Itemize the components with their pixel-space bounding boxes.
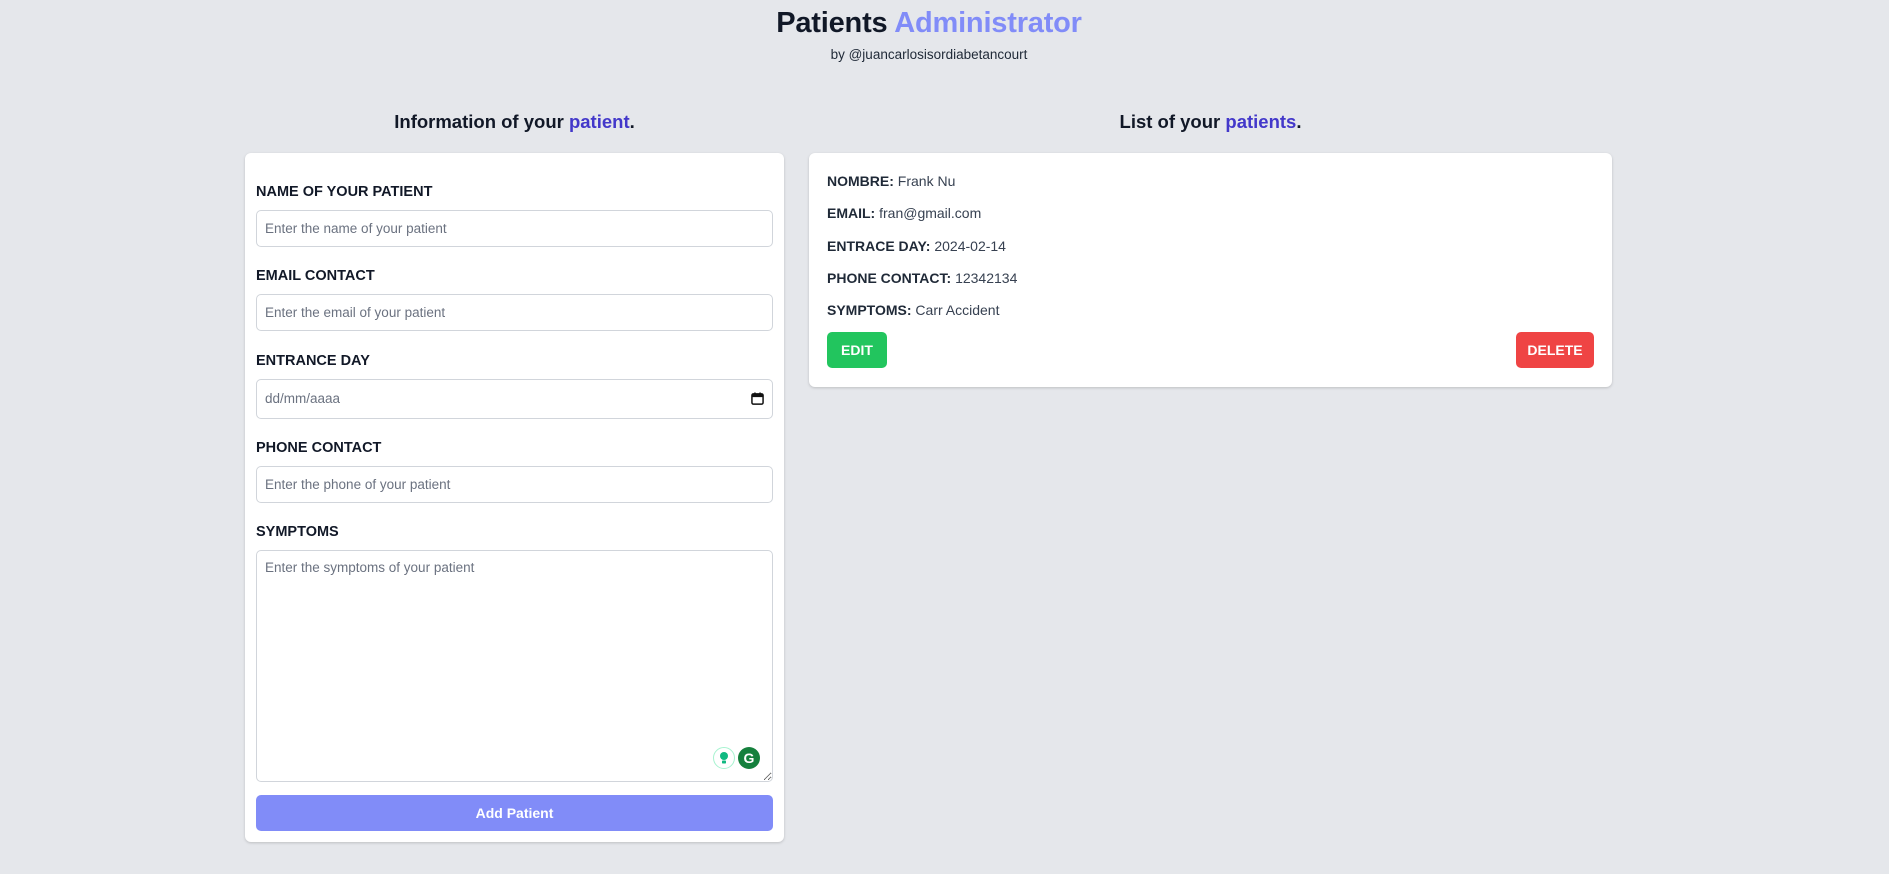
phone-input[interactable] (256, 466, 773, 503)
patient-symptoms-line: SYMPTOMS: Carr Accident (827, 302, 999, 318)
author-byline: by @juancarlosisordiabetancourt (830, 47, 1028, 62)
patient-card: NOMBRE: Frank Nu EMAIL: fran@gmail.com E… (809, 153, 1612, 387)
patient-phone-value: 12342134 (955, 270, 1018, 286)
patient-symptoms-value: Carr Accident (915, 302, 1000, 318)
grammarly-icon[interactable]: G (738, 747, 760, 769)
edit-button[interactable]: EDIT (827, 332, 887, 368)
symptoms-textarea[interactable] (256, 550, 773, 782)
form-heading-suffix: . (629, 111, 635, 132)
date-label: ENTRANCE DAY (256, 353, 370, 369)
patient-email-value: fran@gmail.com (879, 205, 982, 221)
form-heading-prefix: Information of your (394, 111, 564, 132)
patient-name-value: Frank Nu (897, 173, 956, 189)
writing-extension-icons: G (713, 747, 760, 769)
lightbulb-icon[interactable] (713, 747, 735, 769)
patient-email-key: EMAIL: (827, 205, 876, 221)
patient-date-line: ENTRACE DAY: 2024-02-14 (827, 238, 1006, 254)
page-title: Patients Administrator (0, 4, 1858, 42)
patient-phone-line: PHONE CONTACT: 12342134 (827, 270, 1017, 286)
name-input[interactable] (256, 210, 773, 247)
list-heading-prefix: List of your (1119, 111, 1221, 132)
list-heading-suffix: . (1296, 111, 1302, 132)
date-placeholder: dd/mm/aaaa (265, 391, 341, 406)
title-main: Patients (776, 7, 888, 39)
title-accent: Administrator (894, 7, 1082, 39)
phone-label: PHONE CONTACT (256, 440, 382, 456)
entrance-date-input[interactable]: dd/mm/aaaa (256, 379, 773, 419)
patient-date-key: ENTRACE DAY: (827, 238, 931, 254)
name-label: NAME OF YOUR PATIENT (256, 184, 433, 200)
patient-name-key: NOMBRE: (827, 173, 894, 189)
delete-button[interactable]: DELETE (1516, 332, 1594, 368)
email-input[interactable] (256, 294, 773, 331)
patient-phone-key: PHONE CONTACT: (827, 270, 952, 286)
patient-symptoms-key: SYMPTOMS: (827, 302, 912, 318)
page-header: Patients Administrator by @juancarlosiso… (0, 4, 1858, 62)
patient-name-line: NOMBRE: Frank Nu (827, 173, 955, 189)
patient-email-line: EMAIL: fran@gmail.com (827, 205, 981, 221)
list-heading-accent: patients (1225, 111, 1297, 132)
patient-date-value: 2024-02-14 (934, 238, 1006, 254)
symptoms-label: SYMPTOMS (256, 524, 339, 540)
form-section-heading: Information of your patient. (245, 111, 784, 133)
list-section-heading: List of your patients. (809, 111, 1612, 133)
calendar-icon[interactable] (751, 392, 764, 405)
form-heading-accent: patient (568, 111, 630, 132)
email-label: EMAIL CONTACT (256, 268, 375, 284)
patient-form: NAME OF YOUR PATIENT EMAIL CONTACT ENTRA… (245, 153, 784, 842)
add-patient-button[interactable]: Add Patient (256, 795, 773, 831)
